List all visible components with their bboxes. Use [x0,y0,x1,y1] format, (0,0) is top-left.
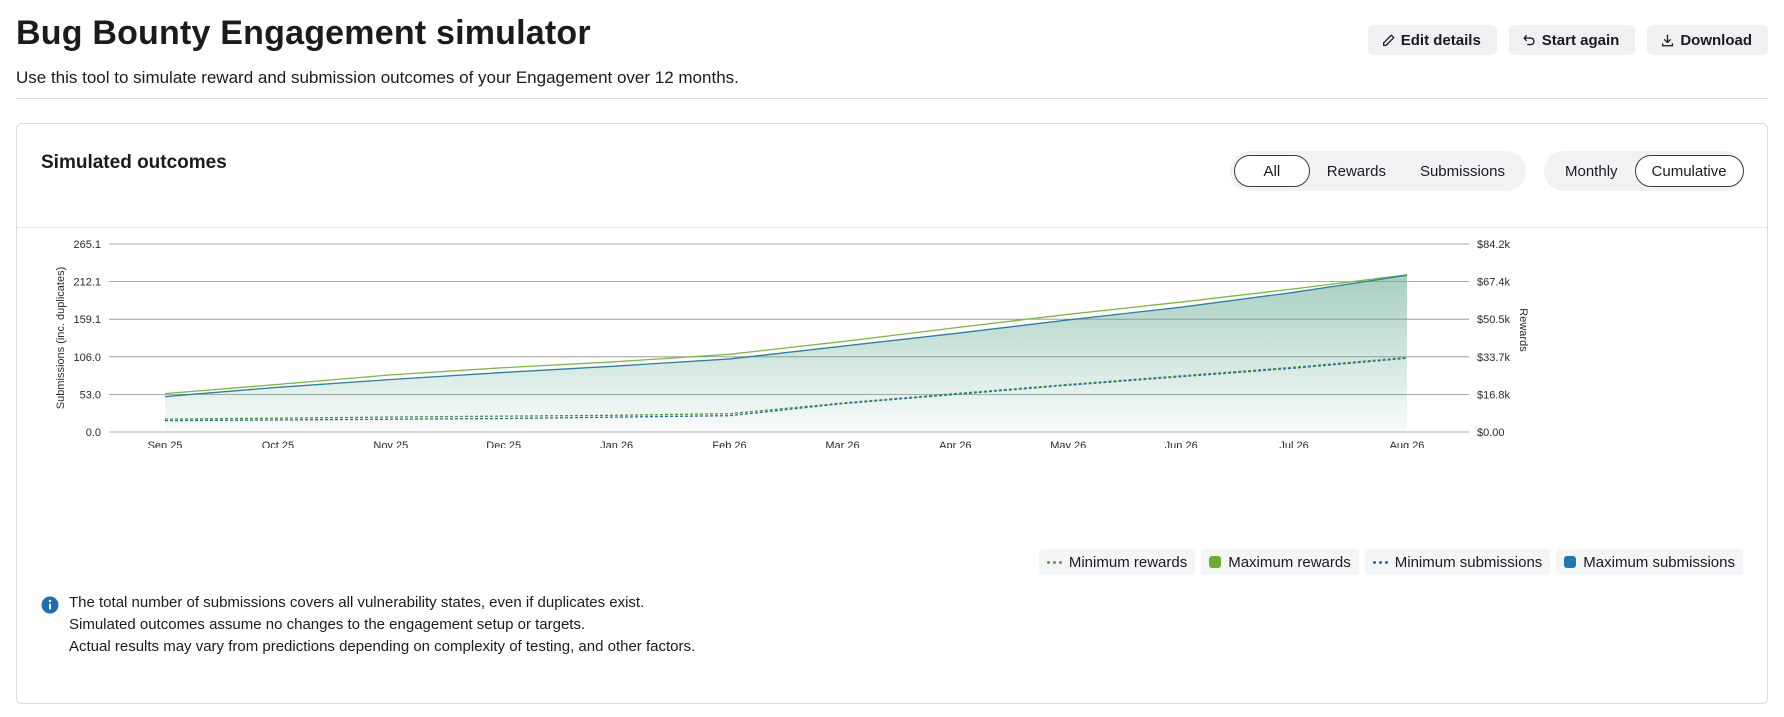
square-icon [1209,556,1222,568]
x-tick-label: Apr 26 [939,440,971,448]
y-right-axis-title: Rewards [1517,308,1529,352]
y-left-tick-label: 0.0 [86,427,101,439]
tab-all[interactable]: All [1234,155,1310,187]
y-left-tick-label: 265.1 [73,239,101,251]
tab-submissions[interactable]: Submissions [1403,155,1522,187]
header-actions: Edit details Start again Download [1367,25,1768,55]
simulated-outcomes-card: Simulated outcomes All Rewards Submissio… [16,123,1768,704]
outcomes-chart: 0.0 53.0 106.0 159.1 212.1 265.1 $0.00 $16.8k $3… [55,239,1529,448]
legend-maximum-rewards[interactable]: Maximum rewards [1201,549,1359,575]
x-tick-label: May 26 [1050,440,1086,448]
undo-icon [1523,34,1535,45]
download-button[interactable]: Download [1647,25,1768,55]
tab-cumulative[interactable]: Cumulative [1634,155,1744,187]
legend-maximum-submissions[interactable]: Maximum submissions [1556,549,1743,575]
x-tick-label: Mar 26 [825,440,859,448]
page-subtitle: Use this tool to simulate reward and sub… [16,68,739,87]
square-icon [1564,556,1577,568]
y-right-tick-label: $67.4k [1477,277,1511,289]
dotted-line-icon [1046,560,1062,564]
y-right-tick-label: $50.5k [1477,314,1511,326]
note-line: Actual results may vary from predictions… [69,638,696,655]
legend-label: Maximum submissions [1583,553,1735,571]
edit-details-label: Edit details [1400,31,1481,49]
x-tick-label: Jul 26 [1279,440,1308,448]
chart-legend: Minimum rewards Maximum rewards Minimum … [1038,549,1743,575]
tab-rewards[interactable]: Rewards [1310,155,1403,187]
card-title: Simulated outcomes [41,152,227,173]
legend-minimum-rewards[interactable]: Minimum rewards [1038,549,1196,575]
x-tick-label: Sep 25 [148,440,183,448]
legend-label: Maximum rewards [1228,553,1351,571]
y-right-tick-label: $33.7k [1477,352,1511,364]
legend-label: Minimum submissions [1394,553,1543,571]
tab-monthly[interactable]: Monthly [1548,155,1635,187]
mode-toggle: Monthly Cumulative [1544,151,1744,191]
legend-label: Minimum rewards [1068,553,1188,571]
y-left-axis-title: Submissions (inc. duplicates) [55,267,67,409]
note-line: The total number of submissions covers a… [69,594,645,611]
view-toggle: All Rewards Submissions [1230,151,1526,191]
y-right-tick-label: $16.8k [1477,389,1511,401]
x-tick-label: Jan 26 [600,440,633,448]
note-line: Simulated outcomes assume no changes to … [69,616,586,633]
edit-details-button[interactable]: Edit details [1367,25,1497,55]
y-right-tick-label: $0.00 [1477,427,1505,439]
pencil-icon [1382,34,1395,46]
y-left-tick-label: 53.0 [80,389,101,401]
x-tick-label: Feb 26 [712,440,746,448]
y-left-tick-label: 159.1 [73,314,101,326]
x-tick-label: Jun 26 [1165,440,1198,448]
start-again-button[interactable]: Start again [1508,25,1636,55]
start-again-label: Start again [1541,31,1620,49]
page-title: Bug Bounty Engagement simulator [16,14,591,52]
download-label: Download [1680,31,1752,49]
x-tick-label: Oct 25 [262,440,294,448]
y-left-tick-label: 212.1 [73,277,101,289]
download-icon [1662,34,1674,46]
y-left-tick-label: 106.0 [73,352,101,364]
y-right-tick-label: $84.2k [1477,239,1511,251]
dotted-line-icon [1372,560,1388,564]
x-tick-label: Aug 26 [1390,440,1425,448]
info-icon [41,596,59,614]
header-divider [16,98,1768,99]
x-tick-label: Dec 25 [486,440,521,448]
x-tick-label: Nov 25 [373,440,408,448]
legend-minimum-submissions[interactable]: Minimum submissions [1364,549,1551,575]
